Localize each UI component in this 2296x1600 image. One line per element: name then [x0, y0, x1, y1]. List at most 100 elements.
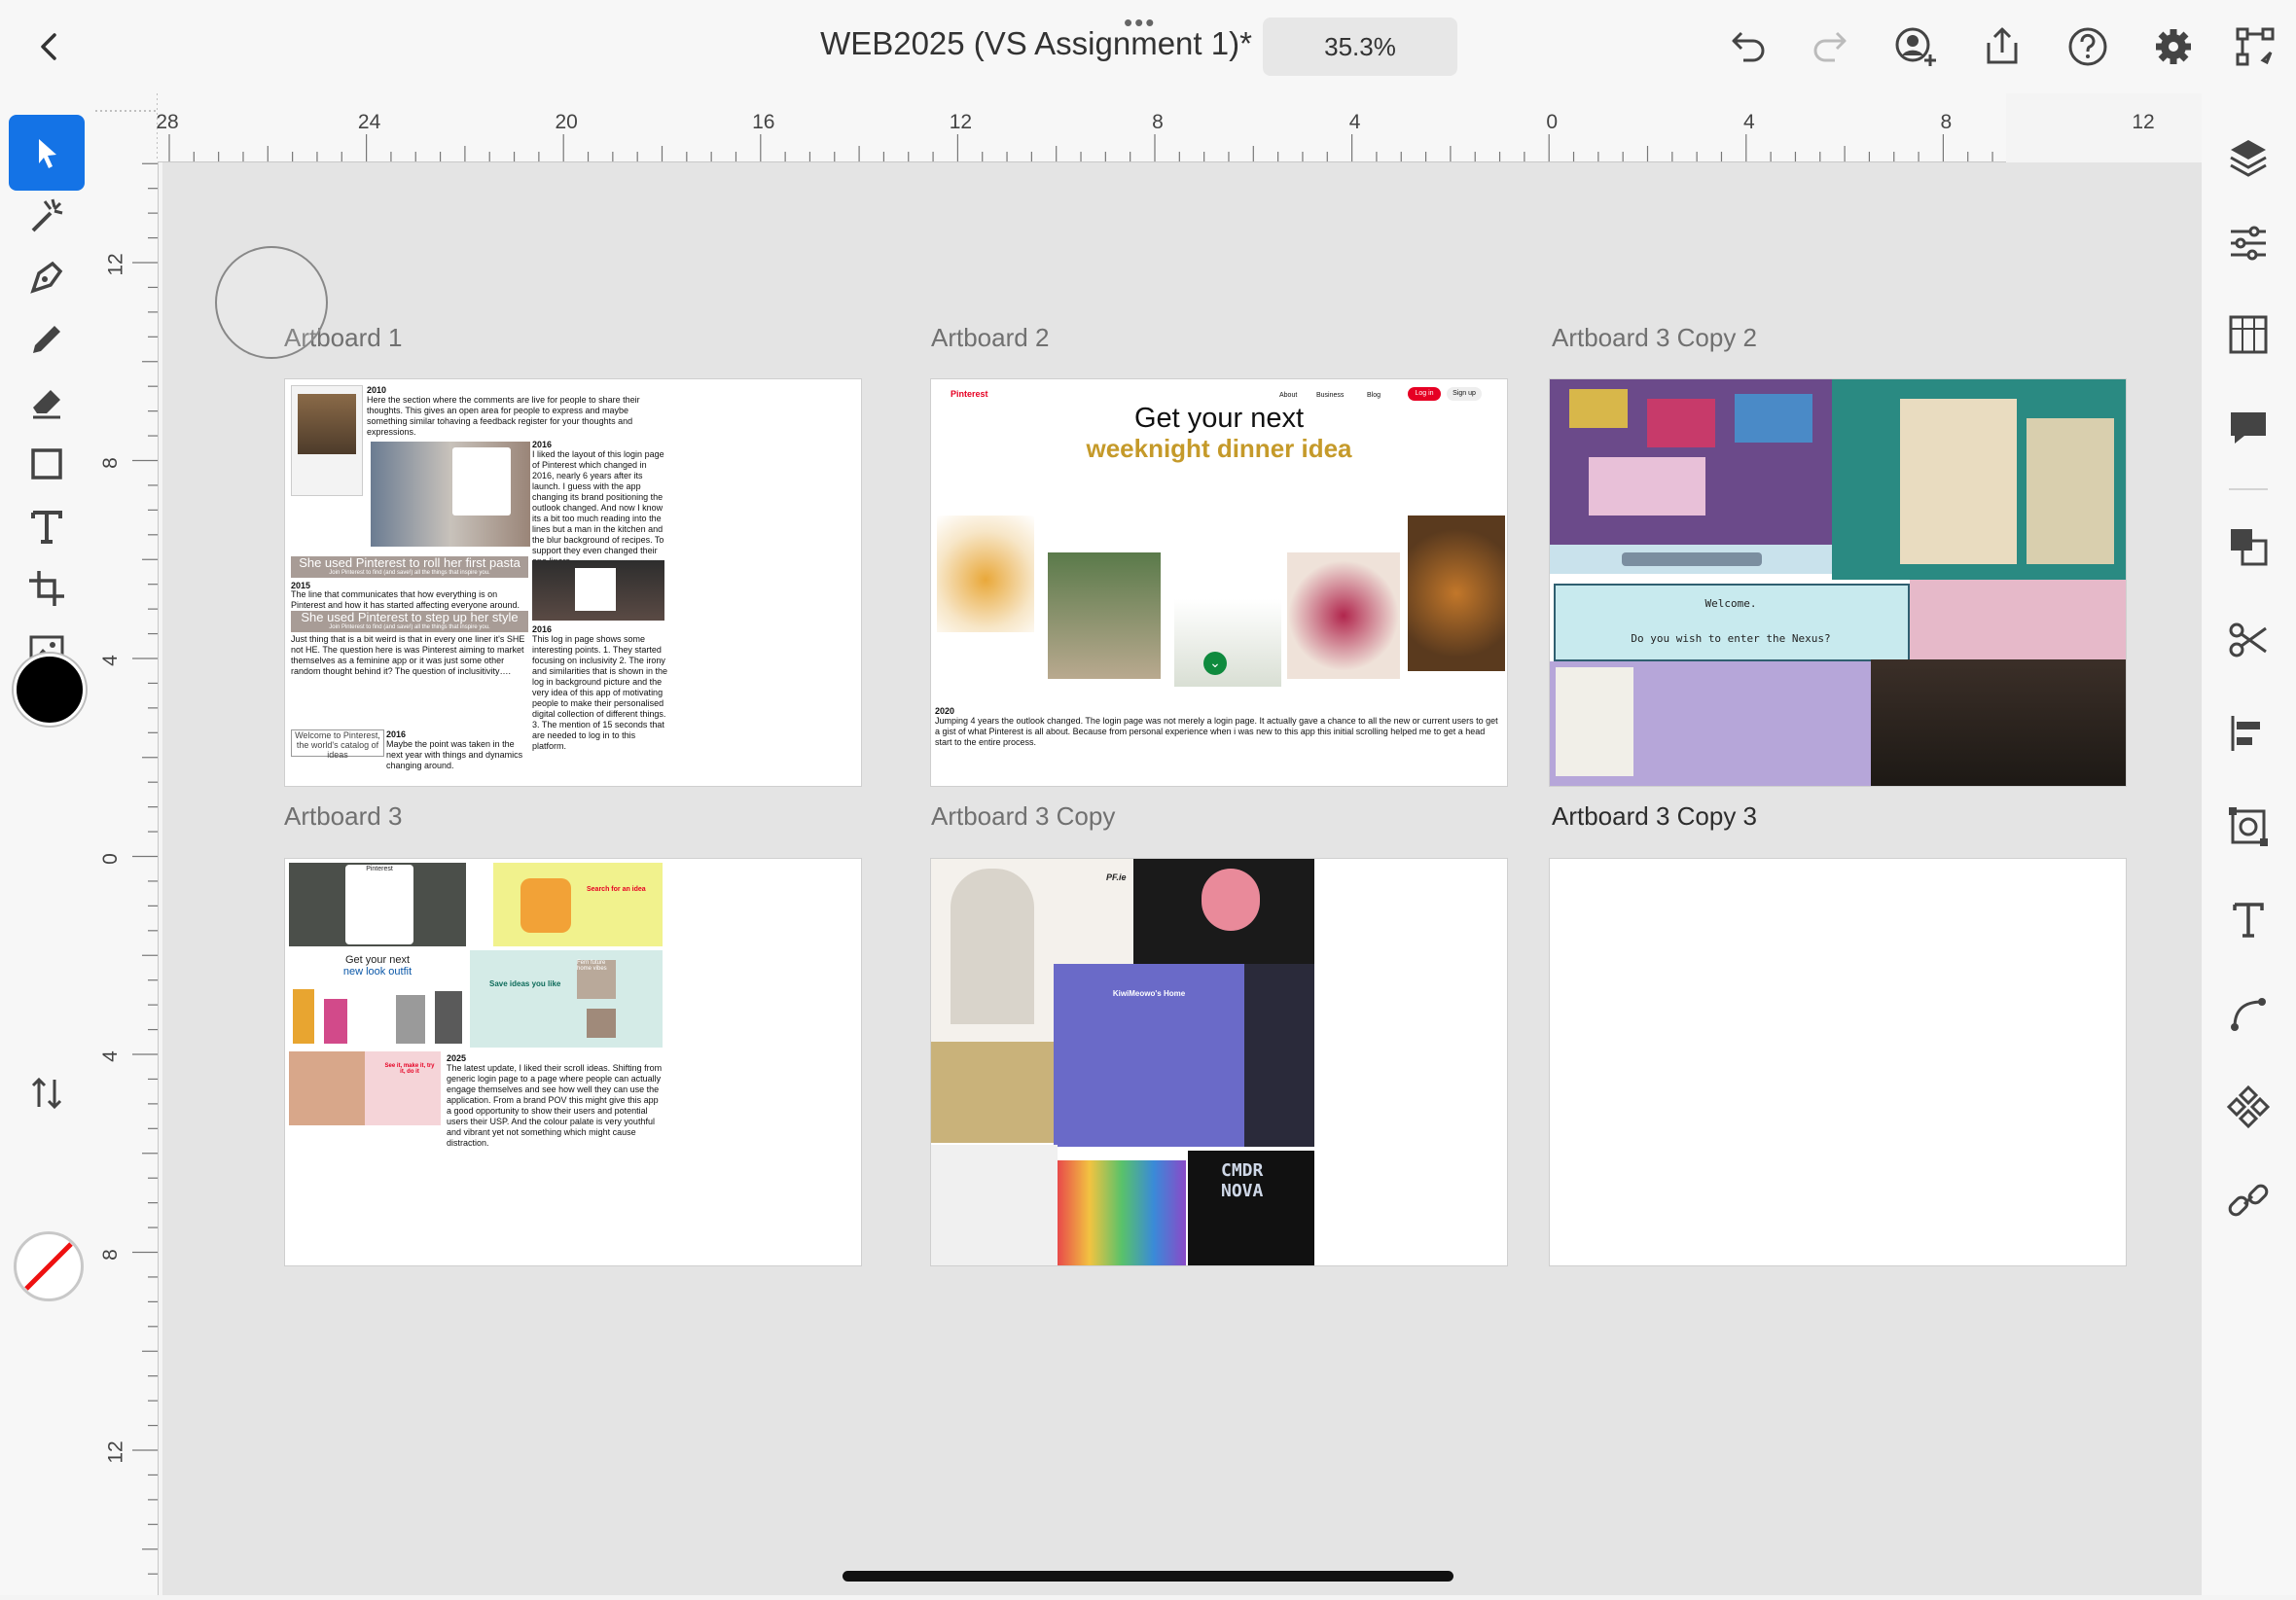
undo-icon[interactable]: [1722, 21, 1773, 72]
ruler-origin-marker: [95, 93, 159, 161]
artboard-icon: [29, 571, 64, 606]
nexus-dialog-screenshot: Welcome. Do you wish to enter the Nexus?: [1554, 584, 1910, 661]
horizontal-ruler: 28 24 20 16 12 8 4 0 4 8 12: [156, 93, 2155, 162]
text-style-icon[interactable]: [2223, 895, 2274, 945]
headline: Get your next: [1133, 403, 1305, 434]
back-chevron-icon[interactable]: [29, 25, 68, 68]
banner-subtext: Join Pinterest to find (and save!) all t…: [329, 624, 490, 630]
annotation-text: Jumping 4 years the outlook changed. The…: [935, 716, 1498, 747]
artboard-label[interactable]: Artboard 3 Copy 3: [1552, 801, 1757, 832]
ruler-label: 28: [156, 111, 179, 133]
collage-screenshot: See it, make it, try it, do it: [289, 1051, 441, 1125]
swap-colors-icon[interactable]: [27, 1074, 66, 1113]
collage-screenshot: Save ideas you like Fern future home vib…: [470, 950, 663, 1048]
pointer-arrow-icon: [39, 139, 56, 168]
artboard-1[interactable]: 2010 Here the section where the comments…: [285, 379, 861, 786]
artboard-3-copy-3[interactable]: [1550, 859, 2126, 1265]
redo-icon[interactable]: [1806, 21, 1856, 72]
align-left-icon[interactable]: [2223, 708, 2274, 759]
rectangle-icon: [31, 448, 62, 480]
prototype-mode-icon[interactable]: [2230, 21, 2280, 72]
document-title[interactable]: WEB2025 (VS Assignment 1)*: [798, 25, 1274, 62]
food-photo: [1048, 552, 1161, 679]
annotation-text: I liked the layout of this login page of…: [532, 449, 664, 566]
home-indicator[interactable]: [843, 1571, 1453, 1582]
artboard-3-copy-2[interactable]: Welcome. Do you wish to enter the Nexus?: [1550, 379, 2126, 786]
stroke-color-swatch[interactable]: [14, 1231, 84, 1301]
pf-logo-text: PF.ie: [1106, 872, 1127, 882]
screenshot-thumbnail: [371, 442, 530, 547]
ruler-label: 12: [104, 253, 127, 276]
artboard-label[interactable]: Artboard 3 Copy 2: [1552, 323, 1757, 353]
no-stroke-slash-icon: [24, 1242, 73, 1291]
banner-screenshot: She used Pinterest to roll her first pas…: [291, 556, 528, 578]
scissors-icon[interactable]: [2223, 615, 2274, 665]
collage-screenshot: [1133, 859, 1314, 964]
headline-accent: weeknight dinner idea: [1086, 434, 1352, 463]
welcome-screenshot: Welcome to Pinterest, the world's catalo…: [291, 729, 384, 760]
path-edit-icon[interactable]: [2223, 988, 2274, 1039]
collage-screenshot: [1871, 659, 2126, 786]
ruler-label: 20: [555, 111, 578, 133]
fern-text: Fern future home vibes: [577, 960, 616, 999]
banner-headline: She used Pinterest to step up her style: [301, 610, 519, 624]
collage-screenshot: [1058, 1160, 1186, 1265]
collage-screenshot: [931, 1145, 1058, 1265]
collage-screenshot: [1910, 580, 2126, 659]
properties-sliders-icon[interactable]: [2223, 218, 2274, 268]
nav-item: About: [1279, 392, 1298, 399]
link-icon[interactable]: [2223, 1175, 2274, 1226]
collage-screenshot: Pinterest: [289, 863, 466, 946]
artboard-3-copy[interactable]: PF.ie KiwiMeowo's Home CMDR NOVA: [931, 859, 1507, 1265]
save-ideas-text: Save ideas you like: [489, 979, 561, 988]
nav-item: Blog: [1367, 392, 1381, 399]
collage-screenshot: KiwiMeowo's Home: [1054, 964, 1244, 1147]
artboard-label[interactable]: Artboard 3 Copy: [931, 801, 1115, 832]
food-photo: [1287, 552, 1400, 679]
ruler-corner: [93, 93, 159, 161]
ruler-label: 8: [98, 1248, 122, 1261]
fill-color-swatch[interactable]: [14, 654, 86, 726]
comments-icon[interactable]: [2223, 403, 2274, 453]
annotation-text: Maybe the point was taken in the next ye…: [386, 739, 523, 770]
kiwi-home-title: KiwiMeowo's Home: [1112, 989, 1186, 998]
login-button: Log in: [1408, 387, 1441, 401]
artboard-2[interactable]: Pinterest About Business Blog Log in Sig…: [931, 379, 1507, 786]
left-toolbar: [0, 93, 93, 1595]
right-toolbar: [2202, 93, 2296, 1595]
ruler-label: 8: [1152, 111, 1164, 133]
ruler-label: 0: [1546, 111, 1559, 133]
collage-screenshot: [931, 1042, 1054, 1143]
share-icon[interactable]: [1977, 21, 2027, 72]
look-headline: Get your next: [344, 954, 411, 966]
toolbar-separator: [2229, 488, 2268, 490]
collage-screenshot: [1550, 661, 1871, 786]
arrange-layers-icon[interactable]: [2223, 521, 2274, 572]
collage-screenshot: [1550, 379, 1832, 545]
help-icon[interactable]: [2063, 21, 2113, 72]
transform-icon[interactable]: [2223, 801, 2274, 852]
signup-button: Sign up: [1447, 387, 1482, 401]
audio-player-screenshot: [1550, 545, 1832, 574]
look-headline-accent: new look outfit: [342, 966, 413, 978]
artboard-3[interactable]: Pinterest Search for an idea Get your ne…: [285, 859, 861, 1265]
canvas[interactable]: Artboard 1 Artboard 2 Artboard 3 Copy 2 …: [162, 162, 2202, 1595]
pinterest-logo: Pinterest: [951, 389, 988, 399]
artboard-label[interactable]: Artboard 3: [284, 801, 402, 832]
ruler-label: 4: [1742, 111, 1755, 133]
magic-wand-icon: [31, 198, 63, 232]
banner-subtext: Join Pinterest to find (and save!) all t…: [329, 570, 490, 576]
zoom-level[interactable]: 35.3%: [1263, 18, 1457, 76]
settings-gear-icon[interactable]: [2148, 21, 2199, 72]
components-icon[interactable]: [2223, 1082, 2274, 1132]
scroll-down-chevron-icon: ⌄: [1203, 652, 1227, 675]
collage-screenshot: [1244, 964, 1314, 1147]
banner-screenshot: She used Pinterest to step up her style …: [291, 611, 528, 632]
vertical-ruler: 12 8 4 0 4 8 12: [93, 161, 159, 1595]
annotation-text: Just thing that is a bit weird is that i…: [291, 634, 525, 676]
layers-icon[interactable]: [2223, 132, 2274, 183]
text-t-icon: [31, 511, 62, 544]
grid-ruler-icon[interactable]: [2223, 309, 2274, 360]
invite-collaborator-icon[interactable]: [1891, 21, 1942, 72]
artboard-label[interactable]: Artboard 2: [931, 323, 1049, 353]
